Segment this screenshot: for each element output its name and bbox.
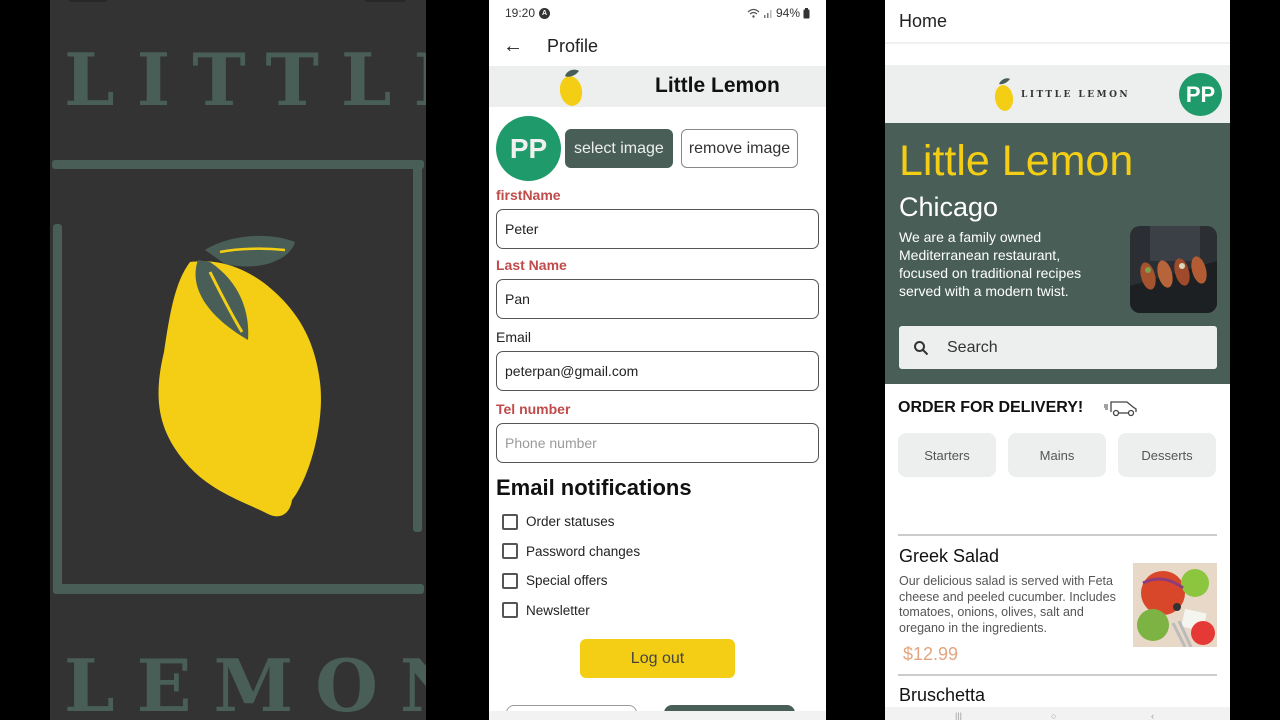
checkbox-icon[interactable]	[502, 513, 518, 530]
category-filters: Starters Mains Desserts	[885, 433, 1230, 477]
system-nav-bar: ||| ○ ‹	[885, 707, 1230, 720]
frame-left	[53, 224, 62, 594]
phone-field[interactable]: Phone number	[496, 423, 819, 463]
status-time: 19:20	[505, 6, 536, 20]
checkbox-newsletter[interactable]: Newsletter	[489, 596, 826, 626]
lemon-logo-icon	[994, 78, 1014, 111]
menu-item-image	[1133, 563, 1217, 647]
wifi-icon	[747, 8, 760, 18]
last-name-field[interactable]: Pan	[496, 279, 819, 319]
checkbox-icon[interactable]	[502, 572, 518, 589]
recents-icon[interactable]: |||	[955, 711, 965, 720]
frame-right	[413, 162, 422, 532]
status-bar	[50, 0, 426, 6]
brand-header: Little Lemon	[489, 66, 826, 107]
category-mains[interactable]: Mains	[1008, 433, 1106, 477]
avatar-row: PP select image remove image	[489, 107, 826, 181]
phone-label: Tel number	[496, 401, 571, 417]
hero-title: Little Lemon	[899, 137, 1134, 185]
delivery-truck-icon	[1104, 401, 1137, 417]
email-notifications-title: Email notifications	[496, 475, 692, 500]
search-icon	[914, 340, 929, 355]
delivery-title: ORDER FOR DELIVERY!	[898, 399, 1084, 416]
hero-section: Little Lemon Chicago We are a family own…	[885, 123, 1230, 384]
logo: LITTLE LEMON	[993, 77, 1130, 113]
splash-screen: LITTLE LEMON	[50, 0, 426, 720]
select-image-button[interactable]: select image	[565, 129, 673, 168]
home-nav-icon[interactable]: ○	[1051, 711, 1061, 720]
email-label: Email	[496, 329, 532, 345]
arrow-left-icon[interactable]: ←	[503, 35, 547, 58]
avatar: PP	[496, 116, 561, 181]
checkbox-label: Order statuses	[526, 514, 615, 530]
battery-icon	[803, 7, 810, 18]
lemon-logo-icon	[559, 69, 583, 106]
checkbox-label: Password changes	[526, 543, 641, 559]
signal-icon	[763, 10, 772, 18]
battery-percent: 94%	[775, 6, 800, 20]
hero-city: Chicago	[899, 192, 999, 222]
first-name-field[interactable]: Peter	[496, 209, 819, 249]
notification-options: Order statuses Password changes Special …	[489, 507, 826, 625]
hero-image	[1130, 226, 1217, 313]
hero-description: We are a family owned Mediterranean rest…	[899, 229, 1082, 299]
menu-item[interactable]: Greek Salad Our delicious salad is serve…	[885, 536, 1230, 674]
splash-word-lemon: LEMON	[64, 643, 426, 720]
checkbox-icon[interactable]	[502, 602, 518, 619]
status-time-clipped	[68, 0, 108, 2]
email-field[interactable]: peterpan@gmail.com	[496, 351, 819, 391]
page-title: Home	[899, 10, 948, 31]
first-name-label: firstName	[496, 187, 561, 203]
top-bar: Home	[885, 0, 1230, 44]
profile-screen: 19:20 A 94% ← Profile Little Lemon PP se…	[489, 0, 826, 720]
category-starters[interactable]: Starters	[898, 433, 996, 477]
last-name-label: Last Name	[496, 257, 567, 273]
menu-item-description: Our delicious salad is served with Feta …	[899, 574, 1116, 635]
delivery-header: ORDER FOR DELIVERY!	[885, 384, 1230, 432]
menu-item-name: Bruschetta	[899, 685, 986, 705]
search-placeholder: Search	[947, 338, 998, 356]
app-notification-icon: A	[539, 7, 551, 19]
brand-header: LITTLE LEMON PP	[885, 65, 1230, 123]
checkbox-label: Special offers	[526, 573, 608, 589]
remove-image-button[interactable]: remove image	[680, 129, 799, 168]
lemon-illustration	[158, 235, 321, 517]
home-screen: Home LITTLE LEMON PP Little Lemon Chicag…	[885, 0, 1230, 720]
checkbox-order-statuses[interactable]: Order statuses	[489, 507, 826, 537]
category-desserts[interactable]: Desserts	[1118, 433, 1216, 477]
search-input[interactable]: Search	[899, 326, 1217, 369]
status-bar: 19:20 A 94%	[489, 0, 826, 26]
page-title: Profile	[547, 35, 599, 56]
checkbox-special-offers[interactable]: Special offers	[489, 566, 826, 596]
lemon-leaf-back	[205, 235, 295, 267]
logo-text: LITTLE LEMON	[1021, 90, 1131, 100]
splash-word-little: LITTLE	[64, 37, 426, 122]
frame-bottom	[56, 584, 424, 594]
brand-name: Little Lemon	[655, 74, 780, 97]
back-nav-icon[interactable]: ‹	[1151, 711, 1161, 720]
menu-item-price: $12.99	[903, 644, 959, 664]
app-bar: ← Profile	[489, 26, 826, 66]
menu-item-name: Greek Salad	[899, 546, 1000, 566]
checkbox-label: Newsletter	[526, 602, 590, 618]
checkbox-icon[interactable]	[502, 543, 518, 560]
checkbox-password-changes[interactable]: Password changes	[489, 537, 826, 567]
profile-avatar-button[interactable]: PP	[1179, 73, 1222, 116]
system-nav-bar	[489, 711, 826, 720]
status-icons-clipped	[364, 0, 406, 2]
logout-button[interactable]: Log out	[580, 639, 735, 678]
frame-top	[52, 160, 424, 169]
